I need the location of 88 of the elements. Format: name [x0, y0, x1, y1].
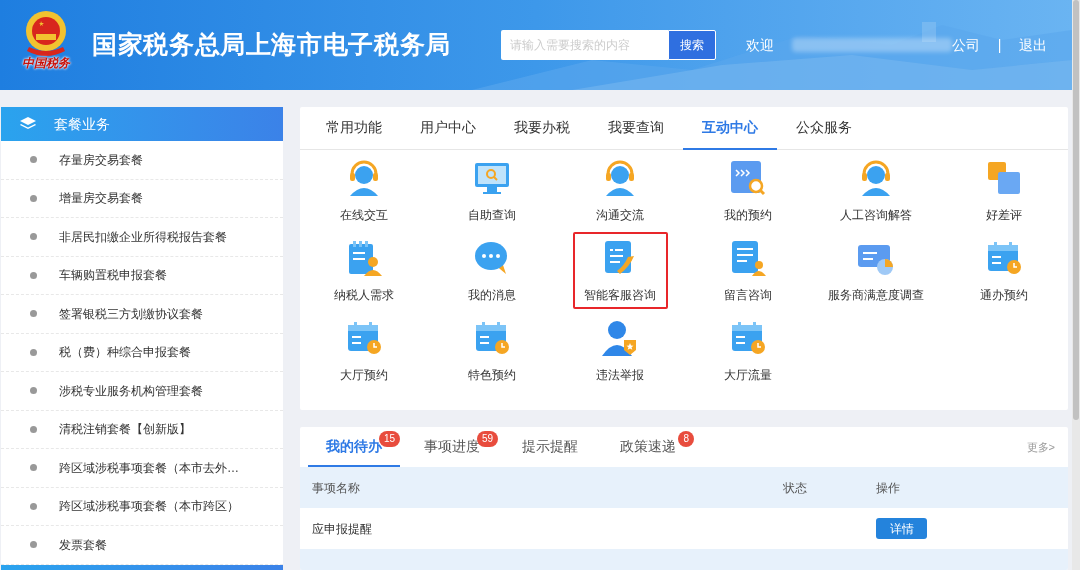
service-label: 特色预约 — [468, 366, 516, 384]
service-tile[interactable]: 我的消息 — [444, 232, 540, 309]
task-tab[interactable]: 政策速递 8 — [602, 427, 694, 467]
separator-text: | — [997, 35, 1002, 55]
sidebar-item[interactable]: 涉税专业服务机构管理套餐 — [1, 372, 283, 411]
bullet-icon — [30, 387, 37, 395]
sidebar-label: 非居民扣缴企业所得税报告套餐 — [59, 228, 227, 246]
service-label: 我的预约 — [724, 206, 772, 224]
bullet-icon — [30, 464, 37, 472]
bullet-icon — [30, 502, 37, 510]
sidebar-item[interactable]: 跨区域涉税事项套餐（本市跨区） — [1, 487, 283, 526]
sidebar-label: 清税注销套餐【创新版】 — [59, 421, 191, 439]
service-label: 智能客服咨询 — [584, 286, 656, 304]
sidebar-label: 跨区域涉税事项套餐（本市去外… — [59, 459, 239, 477]
sidebar-label: 增量房交易套餐 — [59, 190, 143, 208]
bullet-icon — [30, 541, 37, 549]
site-title: 国家税务总局上海市电子税务局 — [92, 29, 451, 61]
service-tile[interactable]: 沟通交流 — [572, 152, 668, 229]
nav-tab[interactable]: 常用功能 — [307, 107, 401, 150]
sidebar-label: 发票套餐 — [59, 536, 107, 554]
sidebar-item[interactable]: 非居民扣缴企业所得税报告套餐 — [1, 218, 283, 257]
emblem-caption: 中国税务 — [22, 57, 70, 69]
bullet-icon — [30, 271, 37, 279]
nav-tab[interactable]: 互动中心 — [683, 107, 777, 150]
service-tile[interactable]: 大厅流量 — [700, 312, 796, 389]
service-label: 纳税人需求 — [334, 286, 394, 304]
nav-tab[interactable]: 我要办税 — [495, 107, 589, 150]
sidebar-label: 跨区域涉税事项套餐（本市跨区） — [59, 498, 239, 516]
service-label: 我的消息 — [468, 286, 516, 304]
sidebar-item[interactable]: 存量房交易套餐 — [1, 141, 283, 180]
bullet-icon — [30, 348, 37, 356]
service-label: 大厅流量 — [724, 366, 772, 384]
bullet-icon — [30, 425, 37, 433]
bullet-icon — [30, 233, 37, 241]
service-tile[interactable]: 智能客服咨询 — [572, 232, 668, 309]
service-tile[interactable]: 好差评 — [956, 152, 1052, 229]
service-tile[interactable]: 大厅预约 — [316, 312, 412, 389]
service-label: 人工咨询解答 — [840, 206, 912, 224]
service-label: 自助查询 — [468, 206, 516, 224]
service-tile[interactable]: 人工咨询解答 — [828, 152, 924, 229]
service-label: 留言咨询 — [724, 286, 772, 304]
sidebar-item[interactable]: 清税注销套餐【创新版】 — [1, 410, 283, 449]
service-tile[interactable]: 违法举报 — [572, 312, 668, 389]
service-label: 服务商满意度调查 — [828, 286, 924, 304]
sidebar-item[interactable]: 签署银税三方划缴协议套餐 — [1, 295, 283, 334]
service-label: 好差评 — [986, 206, 1022, 224]
sidebar-label: 存量房交易套餐 — [59, 151, 143, 169]
sidebar-item[interactable]: 增量房交易套餐 — [1, 179, 283, 218]
nav-tab[interactable]: 我要查询 — [589, 107, 683, 150]
bullet-icon — [30, 310, 37, 318]
sidebar-item[interactable]: 税（费）种综合申报套餐 — [1, 333, 283, 372]
service-tile[interactable]: 服务商满意度调查 — [828, 232, 924, 309]
company-text: 公司 — [951, 35, 980, 55]
scrollbar[interactable] — [1072, 0, 1080, 570]
service-tile[interactable]: 通办预约 — [956, 232, 1052, 309]
service-tile[interactable]: 特色预约 — [444, 312, 540, 389]
service-label: 在线交互 — [340, 206, 388, 224]
layers-icon — [20, 117, 36, 131]
service-tile[interactable]: 自助查询 — [444, 152, 540, 229]
service-label: 沟通交流 — [596, 206, 644, 224]
service-label: 通办预约 — [980, 286, 1028, 304]
nav-tab[interactable]: 用户中心 — [401, 107, 495, 150]
sidebar-label: 涉税专业服务机构管理套餐 — [59, 382, 203, 400]
service-tile[interactable]: 纳税人需求 — [316, 232, 412, 309]
column-header: 操作 — [876, 479, 901, 497]
service-tile[interactable]: 留言咨询 — [700, 232, 796, 309]
column-header: 事项名称 — [311, 479, 361, 497]
task-tab[interactable]: 提示提醒 — [504, 427, 596, 467]
search-button[interactable]: 搜索 — [667, 30, 716, 60]
sidebar-label: 车辆购置税申报套餐 — [59, 267, 167, 285]
service-tile[interactable]: 我的预约 — [700, 152, 796, 229]
welcome-text: 欢迎 — [745, 35, 774, 55]
bullet-icon — [30, 194, 37, 202]
sidebar-label: 签署银税三方划缴协议套餐 — [59, 305, 203, 323]
sidebar-title: 套餐业务 — [54, 114, 110, 134]
bullet-icon — [30, 156, 37, 164]
nav-tab[interactable]: 公众服务 — [777, 107, 871, 150]
sidebar-label: 税（费）种综合申报套餐 — [59, 344, 191, 362]
column-header: 状态 — [783, 479, 808, 497]
sidebar-item[interactable]: 发票套餐 — [1, 526, 283, 565]
table-cell: 应申报提醒 — [312, 521, 372, 536]
sidebar-item[interactable]: 跨区域涉税事项套餐（本市去外… — [1, 449, 283, 488]
count-badge: 8 — [678, 431, 694, 447]
service-label: 大厅预约 — [340, 366, 388, 384]
service-tile[interactable]: 在线交互 — [316, 152, 412, 229]
sidebar-item[interactable]: 车辆购置税申报套餐 — [1, 256, 283, 295]
action-button[interactable]: 详情 — [876, 518, 927, 539]
service-label: 违法举报 — [596, 366, 644, 384]
